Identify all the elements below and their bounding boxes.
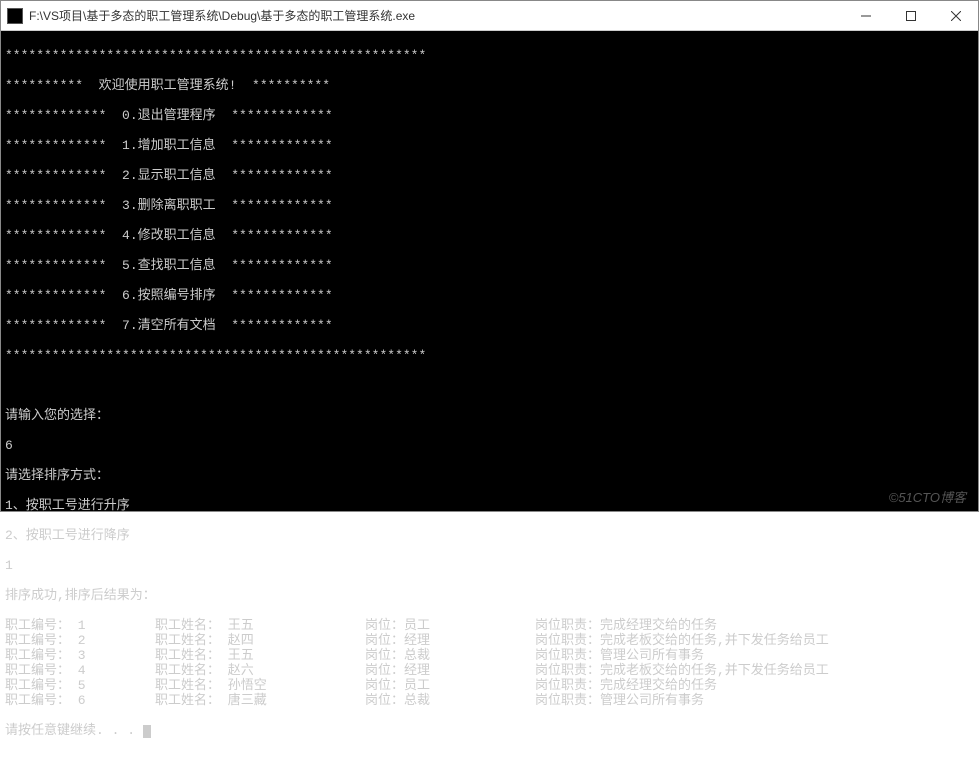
- table-row: 职工编号： 1职工姓名： 王五岗位：员工岗位职责：完成经理交给的任务: [5, 618, 974, 633]
- cell-name: 职工姓名： 唐三藏: [155, 693, 365, 708]
- cell-name: 职工姓名： 赵四: [155, 633, 365, 648]
- cursor-icon: [143, 725, 151, 738]
- cell-duty: 岗位职责：完成老板交给的任务,并下发任务给员工: [535, 633, 974, 648]
- cell-duty: 岗位职责：完成老板交给的任务,并下发任务给员工: [535, 663, 974, 678]
- cell-pos: 岗位：员工: [365, 678, 535, 693]
- employee-table: 职工编号： 1职工姓名： 王五岗位：员工岗位职责：完成经理交给的任务职工编号： …: [5, 618, 974, 708]
- blank-line: [5, 378, 974, 393]
- cell-pos: 岗位：经理: [365, 633, 535, 648]
- close-button[interactable]: [933, 1, 978, 30]
- menu-item: ************* 7.清空所有文档 *************: [5, 318, 974, 333]
- sort-option-asc: 1、按职工号进行升序: [5, 498, 974, 513]
- cell-name: 职工姓名： 赵六: [155, 663, 365, 678]
- cell-pos: 岗位：总裁: [365, 693, 535, 708]
- cell-duty: 岗位职责：完成经理交给的任务: [535, 618, 974, 633]
- table-row: 职工编号： 5职工姓名： 孙悟空岗位：员工岗位职责：完成经理交给的任务: [5, 678, 974, 693]
- cell-id: 职工编号： 3: [5, 648, 155, 663]
- cell-pos: 岗位：员工: [365, 618, 535, 633]
- banner-title: ********** 欢迎使用职工管理系统! **********: [5, 78, 974, 93]
- table-row: 职工编号： 2职工姓名： 赵四岗位：经理岗位职责：完成老板交给的任务,并下发任务…: [5, 633, 974, 648]
- cell-pos: 岗位：总裁: [365, 648, 535, 663]
- cell-name: 职工姓名： 王五: [155, 648, 365, 663]
- input-sort-choice: 1: [5, 558, 974, 573]
- cell-pos: 岗位：经理: [365, 663, 535, 678]
- cell-duty: 岗位职责：管理公司所有事务: [535, 648, 974, 663]
- menu-item: ************* 3.删除离职职工 *************: [5, 198, 974, 213]
- input-choice: 6: [5, 438, 974, 453]
- console-output[interactable]: ****************************************…: [1, 31, 978, 511]
- menu-item: ************* 2.显示职工信息 *************: [5, 168, 974, 183]
- menu-item: ************* 5.查找职工信息 *************: [5, 258, 974, 273]
- watermark: ©51CTO博客: [889, 490, 966, 505]
- cell-id: 职工编号： 1: [5, 618, 155, 633]
- maximize-button[interactable]: [888, 1, 933, 30]
- prompt-sort: 请选择排序方式：: [5, 468, 974, 483]
- menu-item: ************* 4.修改职工信息 *************: [5, 228, 974, 243]
- cell-id: 职工编号： 5: [5, 678, 155, 693]
- banner-border: ****************************************…: [5, 348, 974, 363]
- continue-text: 请按任意键继续. . .: [5, 723, 143, 738]
- cell-duty: 岗位职责：完成经理交给的任务: [535, 678, 974, 693]
- window-title: F:\VS项目\基于多态的职工管理系统\Debug\基于多态的职工管理系统.ex…: [29, 7, 843, 24]
- table-row: 职工编号： 3职工姓名： 王五岗位：总裁岗位职责：管理公司所有事务: [5, 648, 974, 663]
- table-row: 职工编号： 6职工姓名： 唐三藏岗位：总裁岗位职责：管理公司所有事务: [5, 693, 974, 708]
- banner-border: ****************************************…: [5, 48, 974, 63]
- prompt-continue: 请按任意键继续. . .: [5, 723, 974, 738]
- window-buttons: [843, 1, 978, 30]
- cell-name: 职工姓名： 孙悟空: [155, 678, 365, 693]
- menu-item: ************* 0.退出管理程序 *************: [5, 108, 974, 123]
- cell-id: 职工编号： 2: [5, 633, 155, 648]
- result-title: 排序成功,排序后结果为：: [5, 588, 974, 603]
- window-titlebar: F:\VS项目\基于多态的职工管理系统\Debug\基于多态的职工管理系统.ex…: [1, 1, 978, 31]
- cell-duty: 岗位职责：管理公司所有事务: [535, 693, 974, 708]
- prompt-choose: 请输入您的选择：: [5, 408, 974, 423]
- menu-item: ************* 1.增加职工信息 *************: [5, 138, 974, 153]
- table-row: 职工编号： 4职工姓名： 赵六岗位：经理岗位职责：完成老板交给的任务,并下发任务…: [5, 663, 974, 678]
- sort-option-desc: 2、按职工号进行降序: [5, 528, 974, 543]
- minimize-button[interactable]: [843, 1, 888, 30]
- cell-name: 职工姓名： 王五: [155, 618, 365, 633]
- console-icon: [7, 8, 23, 24]
- cell-id: 职工编号： 6: [5, 693, 155, 708]
- cell-id: 职工编号： 4: [5, 663, 155, 678]
- menu-item: ************* 6.按照编号排序 *************: [5, 288, 974, 303]
